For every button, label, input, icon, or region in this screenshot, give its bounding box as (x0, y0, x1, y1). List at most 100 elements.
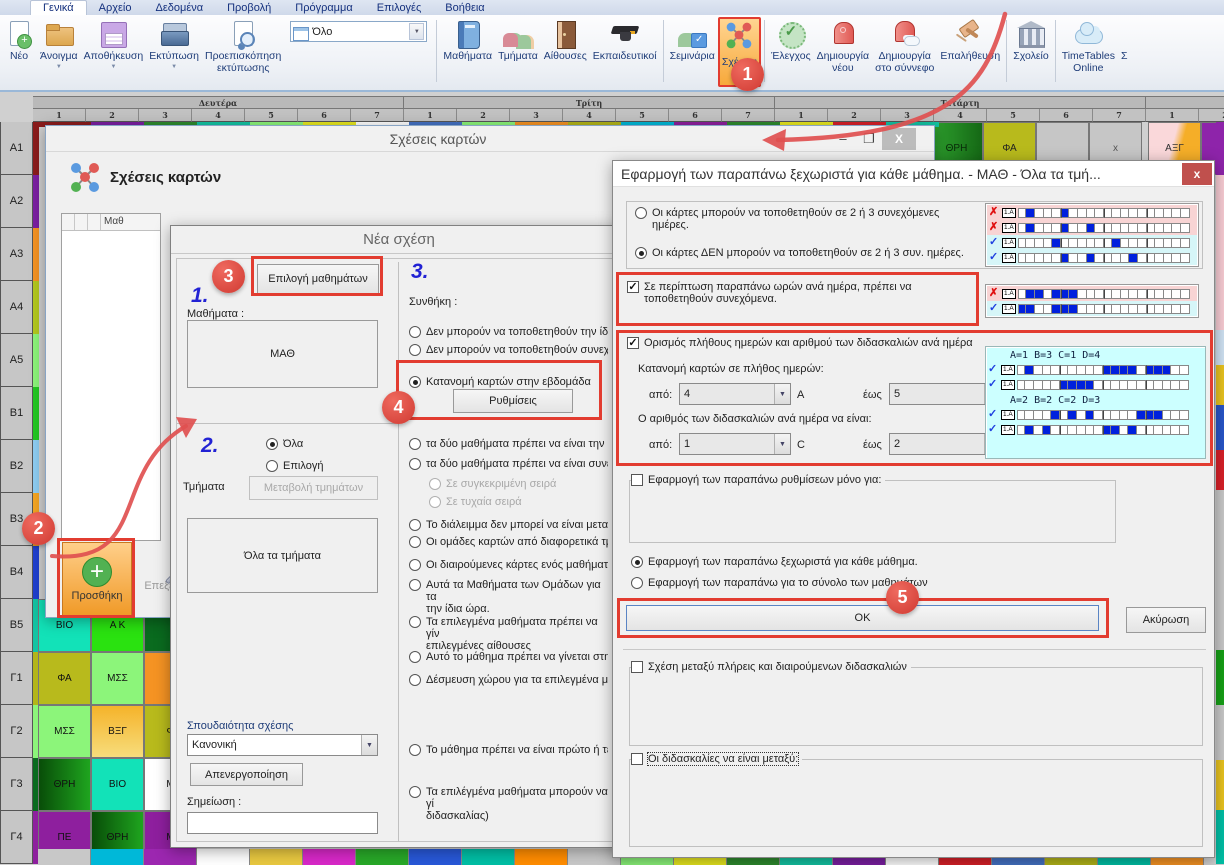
condition-radio[interactable]: Αυτά τα Μαθήματα των Ομάδων για τατην ίδ… (409, 579, 613, 615)
relations-list[interactable]: Μαθ (61, 213, 161, 541)
condition-radio[interactable]: Τα επιλέγμένα μαθήματα μπορούν να γίδιδα… (409, 786, 613, 822)
condition-radio[interactable]: Δέσμευση χώρου για τα επιλεγμένα μα (409, 674, 613, 686)
toolbar-button-save[interactable]: Αποθήκευση▼ (81, 17, 147, 87)
timetable-cell[interactable]: ΒΞΓ (91, 705, 144, 758)
full-split-checkbox[interactable]: Σχέση μεταξύ πλήρεις και διαιρούμενων δι… (631, 661, 911, 673)
cards-can-radio[interactable]: Οι κάρτες μπορούν να τοποθετηθούν σε 2 ή… (635, 207, 952, 231)
dialog2-titlebar[interactable]: Εφαρμογή των παραπάνω ξεχωριστά για κάθε… (613, 161, 1214, 187)
example-row: ✓1.A (986, 407, 1205, 422)
consecutive-checkbox[interactable]: Σε περίπτωση παραπάνω ωρών ανά ημέρα, πρ… (627, 281, 954, 305)
toolbar-label: Άνοιγμα (40, 51, 78, 63)
add-relation-button[interactable]: + Προσθήκη (62, 542, 132, 616)
chevron-down-icon[interactable]: ▼ (409, 23, 424, 40)
define-days-checkbox[interactable]: Ορισμός πλήθους ημερών και αριθμού των δ… (627, 337, 973, 349)
timetable-cell[interactable]: ΜΣΣ (91, 652, 144, 705)
application-window: ΓενικάΑρχείοΔεδομέναΠροβολήΠρόγραμμαΕπιλ… (0, 0, 1224, 865)
toolbar-button-print-preview[interactable]: Προεπισκόπηση εκτύπωσης (202, 17, 284, 87)
condition-radio[interactable]: Σε συγκεκριμένη σειρά (429, 478, 633, 490)
classes-value-box[interactable]: Όλα τα τμήματα (187, 518, 378, 593)
timetable-cell[interactable]: ΘΡΗ (38, 758, 91, 811)
apply-each-radio[interactable]: Εφαρμογή των παραπάνω ξεχωριστά για κάθε… (631, 556, 918, 568)
tutorial-step-badge-5: 5 (886, 581, 919, 614)
menu-tab-Γενικά[interactable]: Γενικά (30, 0, 87, 15)
toolbar-button-open[interactable]: Άνοιγμα▼ (37, 17, 81, 87)
toolbar-button-print[interactable]: Εκτύπωση▼ (146, 17, 202, 87)
between-checkbox[interactable]: Οι διδασκαλίες να είναι μεταξύ: (631, 753, 802, 765)
toolbar-button-school[interactable]: Σχολείο (1010, 17, 1051, 87)
toolbar-label: Δημιουργία στο σύννεφο (875, 51, 934, 74)
toolbar-button-new[interactable]: Νέο (1, 17, 37, 87)
apply-only-checkbox[interactable]: Εφαρμογή των παραπάνω ρυθμίσεων μόνο για… (631, 474, 885, 486)
toolbar-button-cut-item[interactable]: Σ (1118, 17, 1131, 87)
menu-tab-Προβολή[interactable]: Προβολή (215, 1, 283, 15)
cards-cannot-radio[interactable]: Οι κάρτες ΔΕΝ μπορούν να τοποθετηθούν σε… (635, 247, 964, 259)
row-color-strip (33, 122, 39, 175)
importance-combo[interactable]: Κανονική▼ (187, 734, 378, 756)
chevron-down-icon[interactable]: ▼ (110, 64, 116, 70)
toolbar-button-classes[interactable]: Τμήματα (495, 17, 541, 87)
ok-button[interactable]: OK (626, 605, 1099, 631)
relations-list-header: Μαθ (62, 214, 160, 231)
menu-tab-Πρόγραμμα[interactable]: Πρόγραμμα (283, 1, 364, 15)
settings-button[interactable]: Ρυθμίσεις (453, 389, 573, 413)
condition-radio[interactable]: Αυτό το μάθημα πρέπει να γίνεται στην (409, 651, 613, 663)
disable-button[interactable]: Απενεργοποίηση (190, 763, 303, 786)
menu-tab-Αρχείο[interactable]: Αρχείο (87, 1, 144, 15)
allowed-icon: ✓ (988, 409, 999, 420)
toolbar-button-subjects[interactable]: Μαθήματα (440, 17, 495, 87)
chevron-down-icon[interactable]: ▼ (56, 64, 62, 70)
toolbar-button-verification[interactable]: Επαλήθευση (937, 17, 1003, 87)
from-lessons-label: από: (649, 439, 672, 451)
close-button[interactable]: X (882, 128, 916, 150)
new-relation-dialog: Νέα σχέση 1. Επιλογή μαθημάτων Μαθήματα … (170, 225, 628, 848)
condition-radio[interactable]: Δεν μπορούν να τοποθετηθούν συνεχό (409, 344, 613, 356)
toolbar-button-check[interactable]: Έλεγχος (768, 17, 814, 87)
menu-tab-Δεδομένα[interactable]: Δεδομένα (143, 1, 215, 15)
condition-radio[interactable]: Το διάλειμμα δεν μπορεί να είναι μεταξύ (409, 519, 613, 531)
toolbar-button-classrooms[interactable]: Αίθουσες (541, 17, 590, 87)
condition-radio[interactable]: τα δύο μαθήματα πρέπει να είναι συνεχ (409, 458, 613, 470)
toolbar-button-timetables-online[interactable]: TimeTables Online (1059, 17, 1118, 87)
classes-select-radio[interactable]: Επιλογή (266, 460, 323, 472)
condition-radio[interactable]: τα δύο μαθήματα πρέπει να είναι την ίδ (409, 438, 613, 450)
condition-radio[interactable]: Κατανομή καρτών στην εβδομάδα (409, 376, 613, 388)
toolbar-label: Επαλήθευση (940, 51, 1000, 63)
close-icon[interactable]: x (1182, 163, 1212, 185)
maximize-button[interactable]: ❐ (856, 131, 882, 147)
toolbar-button-seminars[interactable]: Σεμινάρια (667, 17, 718, 87)
condition-radio[interactable]: Οι ομάδες καρτών από διαφορετικά τμ (409, 536, 613, 548)
view-selector-combo[interactable]: Όλο▼ (290, 21, 427, 42)
check-icon (776, 19, 806, 49)
condition-radio[interactable]: Το μάθημα πρέπει να είναι πρώτο ή τελε (409, 744, 613, 756)
condition-radio[interactable]: Σε τυχαία σειρά (429, 496, 633, 508)
dialog-titlebar[interactable]: Σχέσεις καρτών – ❐ X (46, 126, 934, 152)
apply-all-radio[interactable]: Εφαρμογή των παραπάνω για το σύνολο των … (631, 577, 928, 589)
note-input[interactable] (187, 812, 378, 834)
condition-radio[interactable]: Τα επιλεγμένα μαθήματα πρέπει να γίνεπιλ… (409, 616, 613, 652)
minimize-button[interactable]: – (830, 131, 856, 146)
toolbar-button-generate-cloud[interactable]: Δημιουργία στο σύννεφο (872, 17, 937, 87)
condition-radio[interactable]: Οι διαιρούμενες κάρτες ενός μαθήματο (409, 559, 613, 571)
subjects-icon (453, 19, 483, 49)
classes-all-radio[interactable]: Όλα (266, 438, 303, 450)
select-lessons-button[interactable]: Επιλογή μαθημάτων (257, 264, 379, 294)
from-days-combo[interactable]: 4▼ (679, 383, 791, 405)
example-row: ✗1.A (987, 220, 1197, 235)
chevron-down-icon[interactable]: ▼ (171, 64, 177, 70)
teachers-icon (610, 19, 640, 49)
timetable-cell[interactable]: ΜΣΣ (38, 705, 91, 758)
menu-tab-Επιλογές[interactable]: Επιλογές (365, 1, 434, 15)
menu-tab-Βοήθεια[interactable]: Βοήθεια (433, 1, 496, 15)
row-color-strip (33, 440, 39, 493)
toolbar-separator (1006, 20, 1007, 82)
cancel-button[interactable]: Ακύρωση (1126, 607, 1206, 633)
condition-radio[interactable]: Δεν μπορούν να τοποθετηθούν την ίδια (409, 326, 613, 338)
distribution-header-1: A=1 B=3 C=1 D=4 (986, 347, 1205, 362)
toolbar-button-teachers[interactable]: Εκπαιδευτικοί (590, 17, 660, 87)
toolbar-button-generate-new[interactable]: Δημιουργία νέου (814, 17, 872, 87)
change-classes-button[interactable]: Μεταβολή τμημάτων (249, 476, 378, 500)
from-lessons-combo[interactable]: 1▼ (679, 433, 791, 455)
timetable-cell[interactable]: ΦΑ (38, 652, 91, 705)
timetable-cell[interactable]: ΒΙΟ (91, 758, 144, 811)
lessons-value-box[interactable]: ΜΑΘ (187, 320, 378, 388)
